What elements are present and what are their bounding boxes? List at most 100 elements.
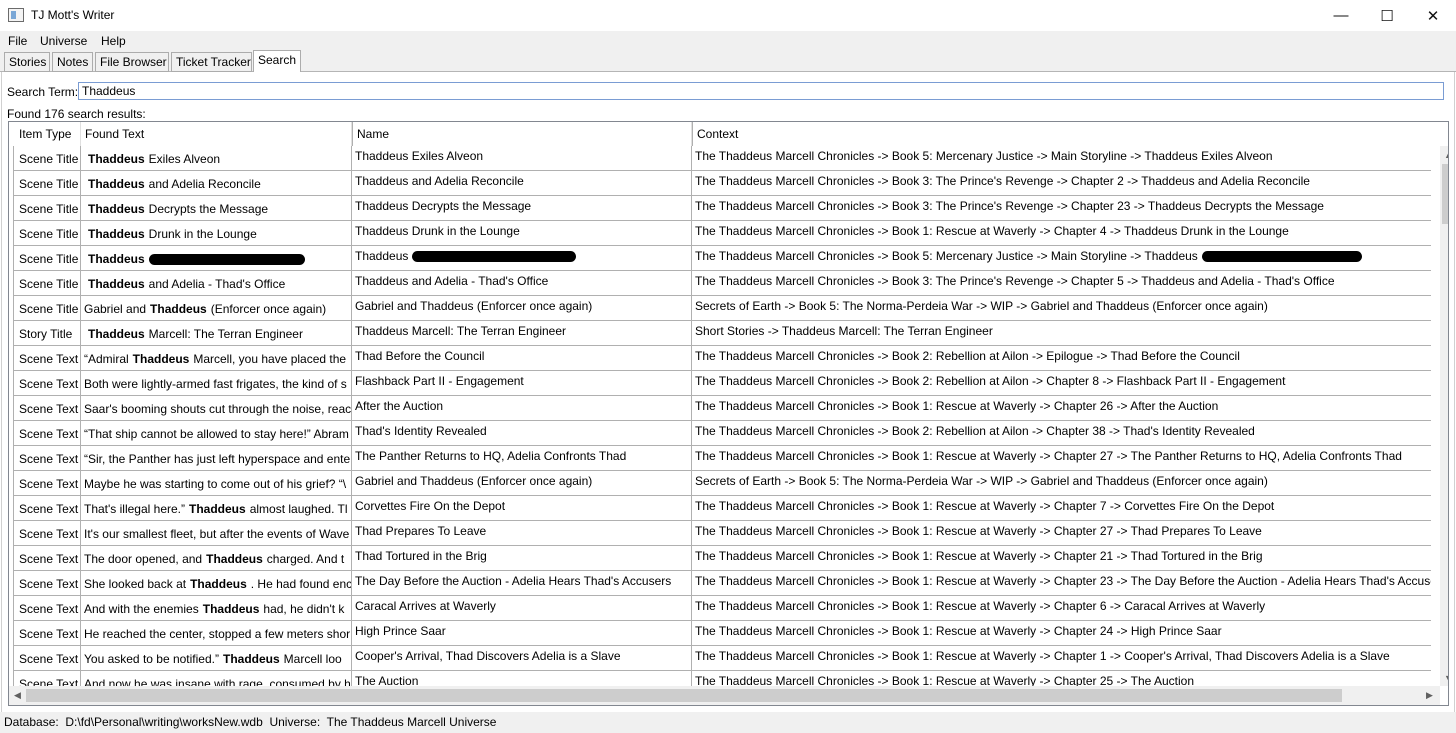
column-header-found-text[interactable]: Found Text [81,122,352,146]
redaction-mark [412,251,577,263]
table-row[interactable]: Scene Text The door opened, and Thaddeus ch… [13,546,1431,571]
context-text: The Thaddeus Marcell Chronicles -> Book … [695,274,1335,288]
found-text-cell: And with the enemies Thaddeus had, he didn… [81,596,352,621]
name-cell: Flashback Part II - Engagement [352,371,692,396]
column-header-name[interactable]: Name [352,122,692,146]
table-row[interactable]: Scene Text Maybe he was starting to come … [13,471,1431,496]
table-row[interactable]: Scene Text And now he was insane with rag… [13,671,1431,686]
search-input[interactable] [78,82,1444,100]
found-text-cell: Thaddeus Marcell: The Terran Engineer [81,321,352,346]
name-text: Caracal Arrives at Waverly [355,599,496,613]
found-text-pre: “Sir, the Panther has just left hyperspa… [84,452,351,466]
menu-help[interactable]: Help [101,34,126,48]
context-cell: The Thaddeus Marcell Chronicles -> Book … [692,396,1431,421]
maximize-button[interactable]: ☐ [1364,0,1410,31]
table-row[interactable]: Scene Text She looked back at Thaddeus. He… [13,571,1431,596]
name-text: Thaddeus Exiles Alveon [355,149,484,163]
menu-universe[interactable]: Universe [40,34,87,48]
horizontal-scrollbar[interactable]: ◀ ▶ [9,686,1440,705]
scroll-up-icon[interactable]: ▲ [1440,146,1448,163]
table-row[interactable]: Scene Text He reached the center, stopped… [13,621,1431,646]
found-text-cell: Thaddeus [81,246,352,271]
name-cell: Thaddeus Exiles Alveon [352,146,692,171]
close-button[interactable]: ✕ [1410,0,1456,31]
tab-file-browser[interactable]: File Browser [95,52,169,72]
horizontal-scroll-thumb[interactable] [26,689,1342,702]
universe-name: The Thaddeus Marcell Universe [326,715,497,729]
found-text-post: almost laughed. Tl [249,502,348,516]
tab-notes[interactable]: Notes [52,52,93,72]
found-text-pre: That's illegal here.” [84,502,186,516]
table-row[interactable]: Scene Title Thaddeus Drunk in the Lounge Th… [13,221,1431,246]
found-text-cell: “Admiral Thaddeus Marcell, you have placed… [81,346,352,371]
context-cell: Secrets of Earth -> Book 5: The Norma-Pe… [692,296,1431,321]
found-text-match: Thaddeus [88,152,145,166]
scroll-down-icon[interactable]: ▼ [1440,669,1448,686]
table-row[interactable]: Story Title Thaddeus Marcell: The Terran E… [13,321,1431,346]
found-text-cell: Thaddeus Drunk in the Lounge [81,221,352,246]
found-text-pre: The door opened, and [84,552,203,566]
tab-stories[interactable]: Stories [4,52,50,72]
title-bar: TJ Mott's Writer — ☐ ✕ [0,0,1456,31]
found-text-cell: You asked to be notified.” Thaddeus Marcel… [81,646,352,671]
menu-file[interactable]: File [8,34,27,48]
table-row[interactable]: Scene Title Thaddeus Decrypts the Message T… [13,196,1431,221]
name-cell: Thad Prepares To Leave [352,521,692,546]
table-row[interactable]: Scene Text And with the enemies Thaddeus ha… [13,596,1431,621]
context-cell: The Thaddeus Marcell Chronicles -> Book … [692,371,1431,396]
context-text: Secrets of Earth -> Book 5: The Norma-Pe… [695,474,1268,488]
found-text-post: Decrypts the Message [148,202,269,216]
name-cell: The Day Before the Auction - Adelia Hear… [352,571,692,596]
item-type-cell: Scene Text [13,471,81,496]
context-cell: The Thaddeus Marcell Chronicles -> Book … [692,571,1431,596]
name-text: High Prince Saar [355,624,446,638]
found-text-post: had, he didn't k [263,602,345,616]
context-cell: The Thaddeus Marcell Chronicles -> Book … [692,346,1431,371]
found-text-post: Exiles Alveon [148,152,221,166]
table-row[interactable]: Scene Text You asked to be notified.” Thad… [13,646,1431,671]
scroll-left-icon[interactable]: ◀ [9,687,26,704]
context-cell: The Thaddeus Marcell Chronicles -> Book … [692,146,1431,171]
column-header-item-type[interactable]: Item Type [13,122,81,146]
context-text: The Thaddeus Marcell Chronicles -> Book … [695,249,1198,263]
found-text-pre: It's our smallest fleet, but after the e… [84,527,350,541]
context-text: The Thaddeus Marcell Chronicles -> Book … [695,149,1273,163]
table-row[interactable]: Scene Title Thaddeus Exiles Alveon Thaddeus… [13,146,1431,171]
table-row[interactable]: Scene Title Gabriel and Thaddeus (Enforcer … [13,296,1431,321]
vertical-scrollbar[interactable]: ▲ ▼ [1440,146,1448,686]
minimize-button[interactable]: — [1318,0,1364,31]
context-cell: The Thaddeus Marcell Chronicles -> Book … [692,446,1431,471]
found-text-post: Drunk in the Lounge [148,227,257,241]
name-cell: Thaddeus Marcell: The Terran Engineer [352,321,692,346]
table-row[interactable]: Scene Title Thaddeus and Adelia - Thad's O… [13,271,1431,296]
item-type-cell: Scene Text [13,421,81,446]
item-type-cell: Scene Title [13,246,81,271]
tab-ticket-tracker[interactable]: Ticket Tracker [171,52,252,72]
found-text-match: Thaddeus [88,202,145,216]
table-row[interactable]: Scene Text It's our smallest fleet, but a… [13,521,1431,546]
item-type-cell: Scene Text [13,396,81,421]
found-text-match: Thaddeus [202,602,260,616]
name-text: Flashback Part II - Engagement [355,374,524,388]
results-grid[interactable]: Item Type Found Text Name Context Scene … [8,121,1449,706]
item-type-cell: Scene Title [13,171,81,196]
table-row[interactable]: Scene Text Saar's booming shouts cut thro… [13,396,1431,421]
vertical-scroll-thumb[interactable] [1442,164,1448,224]
table-row[interactable]: Scene Text “That ship cannot be allowed t… [13,421,1431,446]
name-text: After the Auction [355,399,444,413]
context-text: The Thaddeus Marcell Chronicles -> Book … [695,399,1219,413]
column-header-context[interactable]: Context [692,122,1431,146]
tab-search[interactable]: Search [253,50,301,73]
found-text-cell: Thaddeus and Adelia - Thad's Office [81,271,352,296]
table-row[interactable]: Scene Text That's illegal here.” Thaddeus a… [13,496,1431,521]
found-text-match: Thaddeus [88,327,145,341]
context-text: The Thaddeus Marcell Chronicles -> Book … [695,449,1402,463]
table-row[interactable]: Scene Text Both were lightly-armed fast f… [13,371,1431,396]
table-row[interactable]: Scene Text “Sir, the Panther has just lef… [13,446,1431,471]
item-type-cell: Scene Text [13,346,81,371]
scroll-right-icon[interactable]: ▶ [1421,687,1438,704]
table-row[interactable]: Scene Title Thaddeus and Adelia Reconcile T… [13,171,1431,196]
name-cell: Thad Before the Council [352,346,692,371]
table-row[interactable]: Scene Text “Admiral Thaddeus Marcell, you h… [13,346,1431,371]
table-row[interactable]: Scene Title Thaddeus Thaddeus The Thaddeus … [13,246,1431,271]
